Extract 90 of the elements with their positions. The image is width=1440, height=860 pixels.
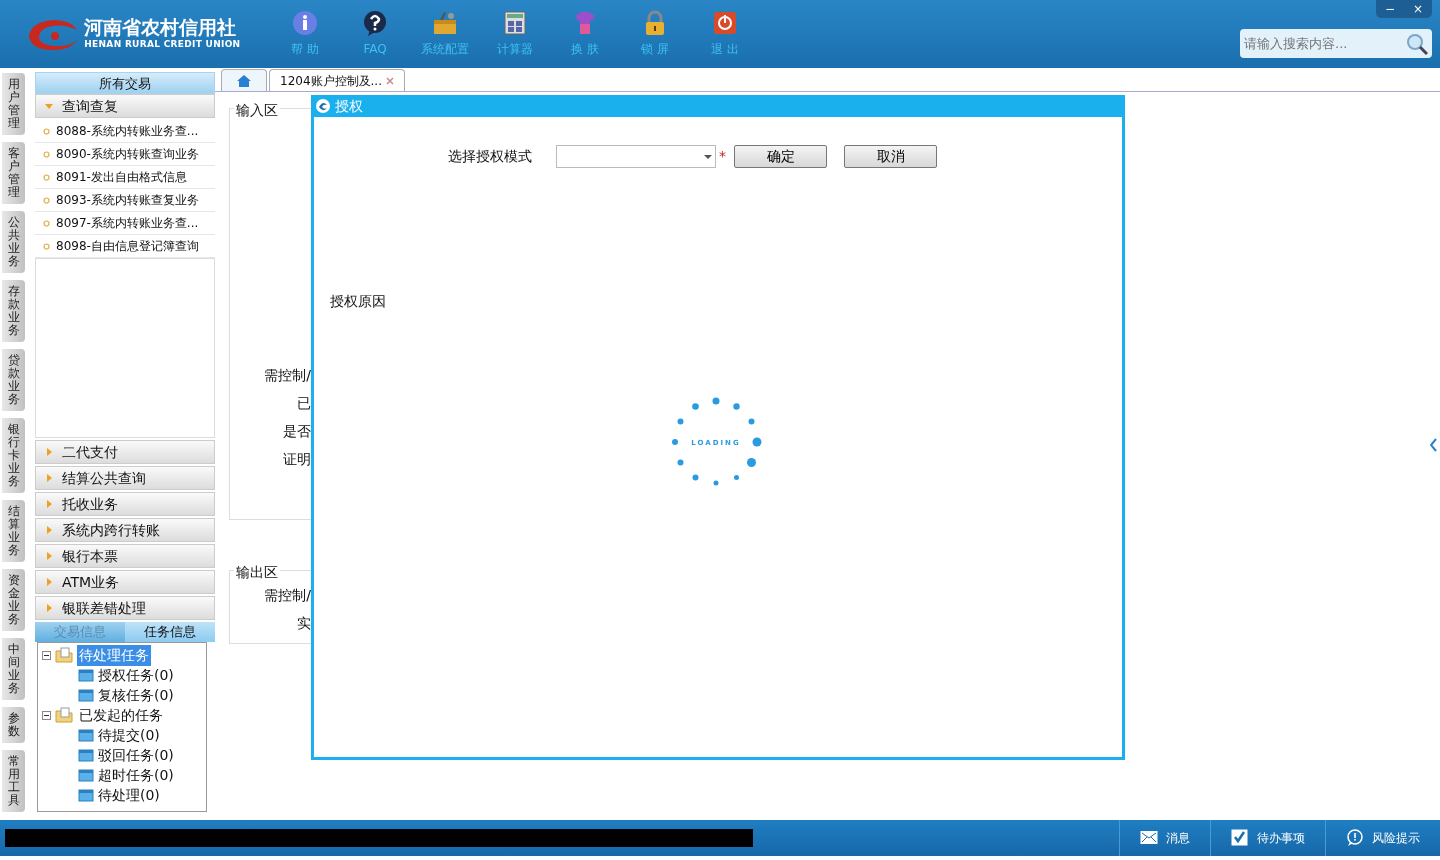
power-icon <box>712 10 738 36</box>
cancel-button[interactable]: 取消 <box>844 145 937 168</box>
collapse-icon[interactable] <box>42 710 51 720</box>
bullet-icon <box>43 219 50 227</box>
folder-icon <box>78 768 94 782</box>
tree-node[interactable]: 超时任务(0) <box>98 764 174 786</box>
spinner-icon <box>672 397 762 486</box>
status-item[interactable]: 消息 <box>1119 820 1210 856</box>
menu-group[interactable]: 查询查复 <box>35 94 215 118</box>
toolbox-icon <box>432 10 458 36</box>
menu-group[interactable]: ATM业务 <box>35 570 215 594</box>
search-icon[interactable] <box>1406 33 1428 55</box>
panel-header: 所有交易 <box>35 72 215 94</box>
logo-title: 河南省农村信用社 <box>84 16 238 38</box>
menu-group[interactable]: 系统内跨行转账 <box>35 518 215 542</box>
bullet-icon <box>43 150 50 158</box>
folder-icon <box>78 728 94 742</box>
folder-icon <box>78 748 94 762</box>
folder-icon <box>78 668 94 682</box>
calculator-icon <box>502 10 528 36</box>
menu-group[interactable]: 银联差错处理 <box>35 596 215 620</box>
side-tab[interactable]: 存款业务 <box>2 280 25 342</box>
bullet-icon <box>43 127 50 135</box>
side-tab[interactable]: 公共业务 <box>2 211 25 273</box>
speech-bubble-icon <box>1346 829 1364 847</box>
status-item[interactable]: 风险提示 <box>1325 820 1440 856</box>
caret-icon <box>44 447 54 457</box>
field-label: 需控制/ <box>263 586 311 605</box>
minimize-button[interactable]: − <box>1376 0 1404 18</box>
tree-node[interactable]: 授权任务(0) <box>98 664 174 686</box>
caret-icon <box>44 473 54 483</box>
logo-subtitle: HENAN RURAL CREDIT UNION <box>84 37 241 51</box>
caret-icon <box>44 525 54 535</box>
confirm-button[interactable]: 确定 <box>734 145 827 168</box>
home-icon <box>236 73 252 88</box>
menu-group[interactable]: 结算公共查询 <box>35 466 215 490</box>
caret-icon <box>44 603 54 613</box>
info-icon <box>292 10 318 36</box>
folder-icon <box>78 688 94 702</box>
status-item[interactable]: 待办事项 <box>1210 820 1325 856</box>
tree-node[interactable]: 已发起的任务 <box>77 704 165 726</box>
bullet-icon <box>43 196 50 204</box>
field-label: 是否 <box>282 422 311 441</box>
side-tab[interactable]: 银行卡业务 <box>2 418 25 493</box>
caret-icon <box>44 577 54 587</box>
caret-icon <box>44 551 54 561</box>
dialog-icon <box>315 98 331 114</box>
section-title: 输入区 <box>234 100 280 121</box>
caret-icon <box>44 499 54 509</box>
tree-node[interactable]: 待处理(0) <box>98 784 160 806</box>
search-field[interactable]: 请输入搜索内容... <box>1240 29 1432 58</box>
side-tab[interactable]: 参数 <box>2 707 25 743</box>
shirt-icon <box>572 10 598 36</box>
question-bubble-icon <box>362 10 388 36</box>
caret-icon <box>44 101 54 111</box>
menu-group[interactable]: 二代支付 <box>35 440 215 464</box>
field-label: 选择授权模式 <box>448 147 533 166</box>
side-tab[interactable]: 常用工具 <box>2 750 25 812</box>
folder-icon <box>78 788 94 802</box>
tree-node[interactable]: 驳回任务(0) <box>98 744 174 766</box>
menu-group[interactable]: 银行本票 <box>35 544 215 568</box>
side-tab[interactable]: 中间业务 <box>2 638 25 700</box>
document-tab[interactable]: 1204账户控制及... <box>269 69 405 91</box>
dialog-title-bar: 授权 <box>314 95 1122 117</box>
collapse-handle-icon[interactable] <box>1430 438 1438 452</box>
side-tab[interactable]: 结算业务 <box>2 500 25 562</box>
field-label: 授权原因 <box>330 292 386 311</box>
tree-node[interactable]: 复核任务(0) <box>98 684 174 706</box>
bullet-icon <box>43 173 50 181</box>
bullet-icon <box>43 242 50 250</box>
field-label: 证明 <box>282 450 311 469</box>
folder-icon <box>55 647 73 663</box>
close-icon[interactable] <box>386 76 394 85</box>
panel-tab[interactable]: 任务信息 <box>125 622 215 642</box>
folder-icon <box>55 707 73 723</box>
checkbox-icon <box>1231 829 1249 847</box>
envelope-icon <box>1140 829 1158 847</box>
side-tab[interactable]: 用户管理 <box>2 73 25 135</box>
side-tab[interactable]: 客户管理 <box>2 142 25 204</box>
close-button[interactable]: × <box>1404 0 1432 18</box>
field-label: 已 <box>296 394 311 413</box>
home-tab[interactable] <box>221 69 267 91</box>
side-tab[interactable]: 贷款业务 <box>2 349 25 411</box>
field-label: 实 <box>296 614 311 633</box>
menu-group[interactable]: 托收业务 <box>35 492 215 516</box>
tree-node[interactable]: 待提交(0) <box>98 724 160 746</box>
field-label: 需控制/ <box>263 366 311 385</box>
required-mark: * <box>719 147 726 166</box>
side-tab[interactable]: 资金业务 <box>2 569 25 631</box>
collapse-icon[interactable] <box>42 650 51 660</box>
